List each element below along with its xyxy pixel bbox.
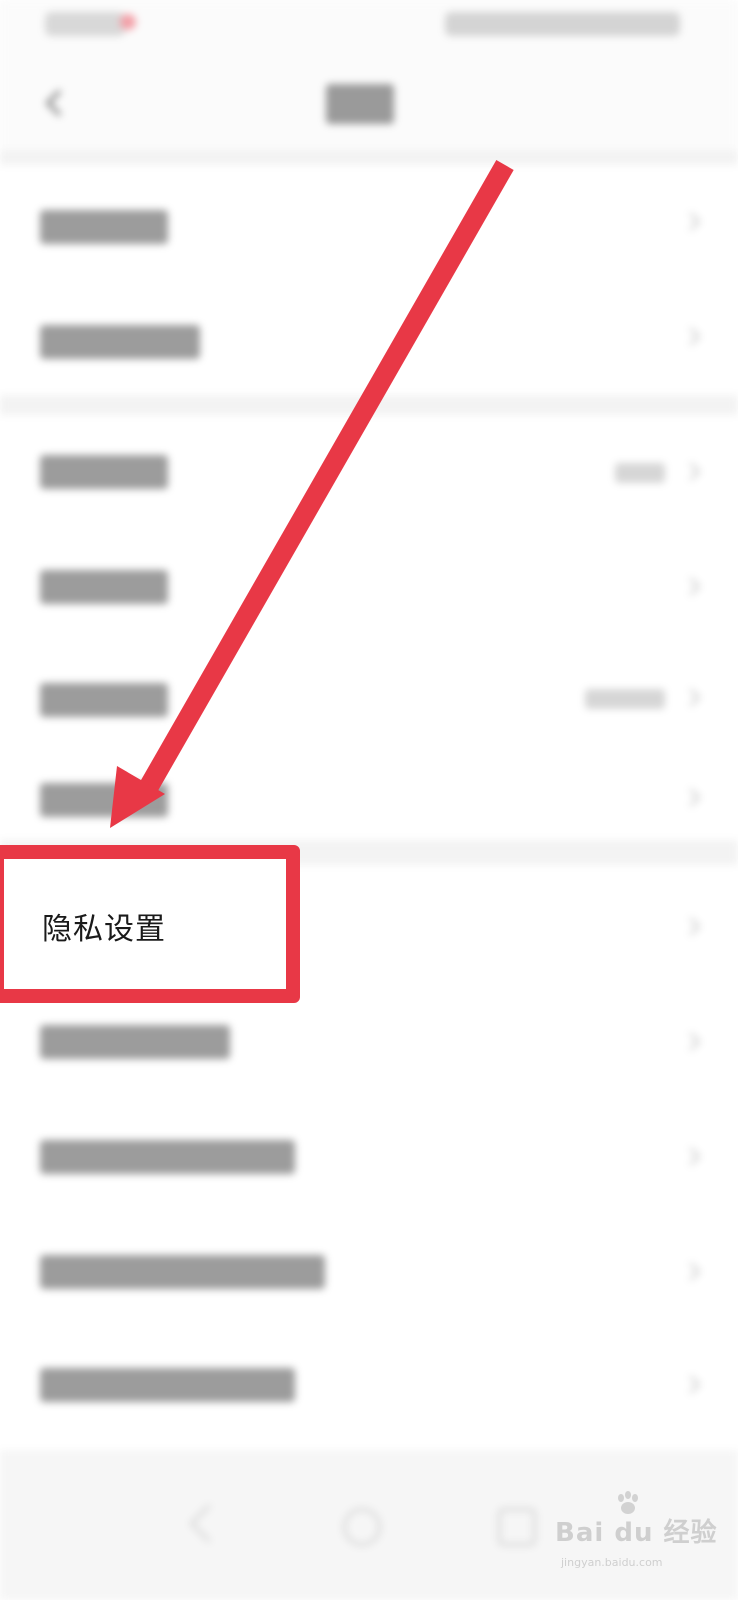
settings-row[interactable] <box>0 280 738 395</box>
status-bar <box>0 0 738 55</box>
row-label <box>40 210 168 244</box>
row-label <box>40 1368 295 1402</box>
watermark-url: jingyan.baidu.com <box>561 1556 663 1569</box>
chevron-right-icon <box>682 577 701 596</box>
chevron-right-icon <box>682 1375 701 1394</box>
nav-home-icon[interactable] <box>343 1508 381 1546</box>
row-label <box>40 783 168 817</box>
chevron-right-icon <box>682 1032 701 1051</box>
chevron-right-icon <box>682 462 701 481</box>
status-time <box>45 12 125 36</box>
row-value <box>585 689 665 709</box>
row-value <box>615 463 665 483</box>
chevron-right-icon <box>682 788 701 807</box>
settings-row[interactable] <box>0 1330 738 1450</box>
chevron-right-icon <box>682 917 701 936</box>
baidu-watermark: Bai du 经验 jingyan.baidu.com <box>555 1490 725 1580</box>
status-indicators <box>445 12 680 36</box>
row-label <box>40 1140 295 1174</box>
settings-row[interactable] <box>0 415 738 530</box>
row-label <box>40 325 200 359</box>
row-label <box>40 1025 230 1059</box>
back-chevron-icon[interactable] <box>44 88 64 118</box>
privacy-settings-label[interactable]: 隐私设置 <box>42 910 166 950</box>
row-label <box>40 455 168 489</box>
settings-row[interactable] <box>0 530 738 645</box>
notification-dot <box>120 14 136 30</box>
chevron-right-icon <box>682 1262 701 1281</box>
settings-row[interactable] <box>0 755 738 840</box>
watermark-brand: Bai du 经验 <box>555 1518 718 1548</box>
row-label <box>40 570 168 604</box>
settings-row[interactable] <box>0 1100 738 1215</box>
nav-recents-icon[interactable] <box>498 1508 536 1546</box>
nav-back-icon[interactable] <box>189 1504 228 1543</box>
chevron-right-icon <box>682 1147 701 1166</box>
section-divider <box>0 150 738 165</box>
settings-row[interactable] <box>0 1215 738 1330</box>
row-label <box>40 683 168 717</box>
chevron-right-icon <box>682 327 701 346</box>
settings-screen: 隐私设置 Bai du 经验 jingyan.baidu.com <box>0 0 738 1600</box>
chevron-right-icon <box>682 212 701 231</box>
chevron-right-icon <box>682 688 701 707</box>
section-divider <box>0 395 738 415</box>
blurred-settings-background <box>0 0 738 1600</box>
page-title <box>326 84 394 124</box>
settings-row[interactable] <box>0 645 738 755</box>
row-label <box>40 1255 325 1289</box>
settings-row[interactable] <box>0 165 738 280</box>
